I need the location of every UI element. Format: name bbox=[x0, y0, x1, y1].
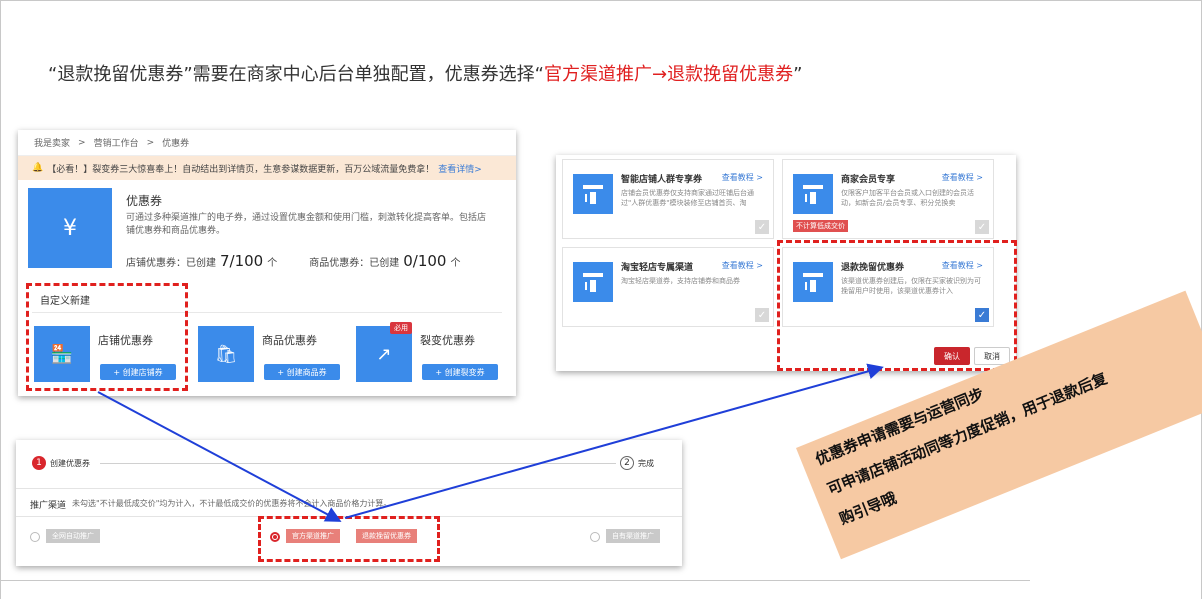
option-title: 淘宝轻店专属渠道 bbox=[621, 263, 694, 273]
share-icon: ↗ bbox=[356, 326, 412, 382]
stat1-unit: 个 bbox=[267, 258, 278, 269]
tutorial-link[interactable]: 查看教程 > bbox=[942, 172, 983, 183]
step-1-label: 创建优惠券 bbox=[50, 458, 90, 468]
checkbox[interactable]: ✓ bbox=[755, 308, 769, 322]
stat1-label: 店铺优惠券：已创建 bbox=[126, 258, 216, 269]
option-own-channel[interactable]: 自有渠道推广 bbox=[606, 529, 660, 543]
channel-label: 推广渠道 bbox=[30, 501, 67, 511]
breadcrumb-coupon: 优惠券 bbox=[162, 139, 190, 149]
bottom-divider bbox=[0, 580, 1030, 581]
stat2-label: 商品优惠券：已创建 bbox=[309, 258, 400, 269]
layout-icon bbox=[793, 174, 833, 214]
headline-highlight: 官方渠道推广→退款挽留优惠券 bbox=[543, 64, 794, 85]
option-smart-crowd[interactable]: 智能店铺人群专享券 查看教程 > 店铺会员优惠券仅支持商家通过旺铺后台通过"人群… bbox=[562, 159, 774, 239]
stat2-unit: 个 bbox=[450, 258, 461, 269]
option-desc: 仅限客户加客平台会员或入口创建的会员活动，如新会员/会员专享、积分兑换卖 bbox=[841, 189, 974, 207]
step-progress-line bbox=[100, 463, 616, 464]
stat1-value: 7/100 bbox=[220, 252, 264, 270]
option-taobao-light-store[interactable]: 淘宝轻店专属渠道 查看教程 > 淘宝轻店渠道券，支持店铺券和商品券 ✓ bbox=[562, 247, 774, 327]
layout-icon bbox=[573, 262, 613, 302]
breadcrumb-sep: > bbox=[146, 137, 155, 148]
option-network-auto[interactable]: 全网自动推广 bbox=[46, 529, 100, 543]
divider bbox=[16, 488, 682, 489]
coupon-hero: ¥ 优惠券 可通过多种渠道推广的电子券，通过设置优惠金额和使用门槛，刺激转化提高… bbox=[18, 180, 516, 272]
frame-left bbox=[0, 0, 1, 599]
hero-description: 可通过多种渠道推广的电子券，通过设置优惠金额和使用门槛，刺激转化提高客单。包括店… bbox=[126, 213, 487, 236]
highlight-box-channel-selection bbox=[258, 516, 440, 562]
tutorial-link[interactable]: 查看教程 > bbox=[722, 260, 763, 271]
create-item-coupon-button[interactable]: + 创建商品券 bbox=[264, 364, 340, 380]
highlight-box-shop-coupon bbox=[26, 283, 188, 391]
step-1-number: 1 bbox=[32, 456, 46, 470]
coupon-stats: 店铺优惠券：已创建 7/100 个 商品优惠券：已创建 0/100 个 bbox=[126, 252, 460, 270]
hero-title: 优惠券 bbox=[126, 194, 163, 208]
checkbox[interactable]: ✓ bbox=[975, 220, 989, 234]
tutorial-link[interactable]: 查看教程 > bbox=[722, 172, 763, 183]
channel-row: 推广渠道 未勾选"不计最低成交价"均为计入，不计最低成交价的优惠券将不会计入商品… bbox=[30, 498, 391, 511]
notice-link[interactable]: 查看详情> bbox=[438, 162, 482, 175]
option-member-exclusive[interactable]: 商家会员专享 查看教程 > 仅限客户加客平台会员或入口创建的会员活动，如新会员/… bbox=[782, 159, 994, 239]
step-2: 2 完成 bbox=[620, 456, 654, 470]
channel-note: 未勾选"不计最低成交价"均为计入，不计最低成交价的优惠券将不会计入商品价格力计算… bbox=[72, 499, 392, 508]
option-desc: 店铺会员优惠券仅支持商家通过旺铺后台通过"人群优惠券"模块装修至店铺首页、淘 bbox=[621, 189, 754, 207]
coupon-ticket-icon: ¥ bbox=[28, 188, 112, 268]
headline-part2: ” bbox=[793, 64, 803, 85]
step-1: 1 创建优惠券 bbox=[32, 456, 90, 470]
highlight-box-refund-option bbox=[777, 240, 1017, 371]
step-2-label: 完成 bbox=[638, 458, 654, 468]
option-desc: 淘宝轻店渠道券，支持店铺券和商品券 bbox=[621, 277, 740, 285]
headline-part1: “退款挽留优惠券”需要在商家中心后台单独配置，优惠券选择“ bbox=[48, 64, 544, 85]
item-coupon-name: 商品优惠券 bbox=[262, 334, 317, 347]
notice-bar: 🔔 【必看！】裂变券三大惊喜奉上！自动结出到详情页，生意参谋数据更新，百万公域流… bbox=[18, 156, 516, 180]
not-count-price-badge: 不计算低成交价 bbox=[793, 220, 848, 232]
checkbox[interactable]: ✓ bbox=[755, 220, 769, 234]
breadcrumb: 我是卖家 > 营销工作台 > 优惠券 bbox=[18, 130, 516, 156]
create-fission-coupon-button[interactable]: + 创建裂变券 bbox=[422, 364, 498, 380]
notice-text: 【必看！】裂变券三大惊喜奉上！自动结出到详情页，生意参谋数据更新，百万公域流量免… bbox=[47, 164, 435, 175]
radio-own-channel[interactable] bbox=[590, 532, 600, 542]
frame-top bbox=[0, 0, 1202, 1]
fission-coupon-card: ↗ 必用 裂变优惠券 + 创建裂变券 bbox=[356, 322, 506, 382]
layout-icon bbox=[573, 174, 613, 214]
bell-icon: 🔔 bbox=[32, 163, 44, 173]
option-title: 商家会员专享 bbox=[841, 175, 896, 185]
option-title: 智能店铺人群专享券 bbox=[621, 175, 703, 185]
must-use-badge: 必用 bbox=[390, 322, 412, 334]
stat2-value: 0/100 bbox=[403, 252, 447, 270]
fission-coupon-name: 裂变优惠券 bbox=[420, 334, 475, 347]
radio-network-auto[interactable] bbox=[30, 532, 40, 542]
item-coupon-card: 🛍 商品优惠券 + 创建商品券 bbox=[198, 326, 348, 382]
headline: “退款挽留优惠券”需要在商家中心后台单独配置，优惠券选择“官方渠道推广→退款挽留… bbox=[48, 60, 802, 86]
step-2-number: 2 bbox=[620, 456, 634, 470]
shopping-bag-icon: 🛍 bbox=[198, 326, 254, 382]
breadcrumb-sep: > bbox=[78, 137, 86, 148]
breadcrumb-seller[interactable]: 我是卖家 bbox=[34, 136, 70, 149]
breadcrumb-marketing[interactable]: 营销工作台 bbox=[94, 136, 139, 149]
